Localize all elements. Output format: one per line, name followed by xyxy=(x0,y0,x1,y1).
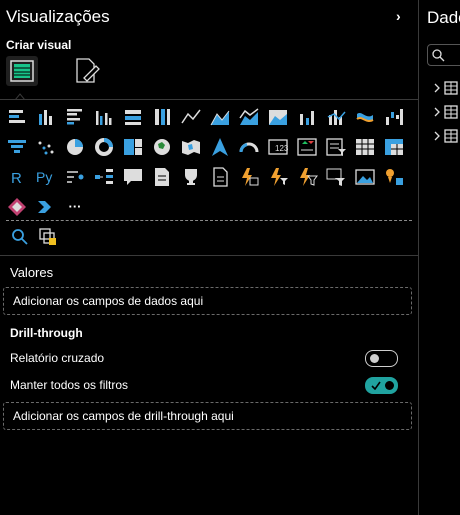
toggle-knob xyxy=(370,354,379,363)
100-stacked-bar-icon[interactable] xyxy=(122,106,144,128)
map-icon[interactable] xyxy=(151,136,173,158)
smart-narrative-icon[interactable] xyxy=(151,166,173,188)
kpi-icon[interactable] xyxy=(296,136,318,158)
cross-report-label: Relatório cruzado xyxy=(10,351,105,365)
keep-filters-label: Manter todos os filtros xyxy=(10,378,129,392)
chevron-right-icon xyxy=(434,129,458,143)
slicer-filter-icon[interactable] xyxy=(325,166,347,188)
arcgis-map-icon[interactable] xyxy=(383,166,405,188)
scatter-chart-icon[interactable] xyxy=(35,136,57,158)
visualizations-pane: Visualizações › Criar visual 123 R Py ··… xyxy=(0,0,418,515)
build-visual-label: Criar visual xyxy=(6,38,72,52)
filled-map-icon[interactable] xyxy=(180,136,202,158)
values-placeholder: Adicionar os campos de dados aqui xyxy=(13,294,204,308)
power-automate-flow-icon[interactable] xyxy=(35,196,57,218)
python-visual-icon[interactable]: Py xyxy=(35,166,57,188)
waterfall-chart-icon[interactable] xyxy=(383,106,405,128)
image-visual-icon[interactable] xyxy=(354,166,376,188)
filter-visual-icon[interactable] xyxy=(296,166,318,188)
ribbon-chart-icon[interactable] xyxy=(354,106,376,128)
search-icon xyxy=(12,229,28,245)
svg-text:123: 123 xyxy=(275,144,289,153)
chevron-right-icon xyxy=(434,105,458,119)
analytics-icon xyxy=(39,228,56,245)
table-build-icon xyxy=(10,60,34,82)
azure-map-icon[interactable] xyxy=(209,136,231,158)
format-visual-tab[interactable] xyxy=(72,56,104,86)
line-chart-icon[interactable] xyxy=(180,106,202,128)
more-visuals-glyph: ··· xyxy=(68,199,82,214)
table-icon[interactable] xyxy=(354,136,376,158)
more-visuals-button[interactable]: ··· xyxy=(64,196,86,218)
table-tree-item[interactable] xyxy=(433,128,460,144)
treemap-icon[interactable] xyxy=(122,136,144,158)
pane-title: Visualizações xyxy=(6,7,110,26)
donut-chart-icon[interactable] xyxy=(93,136,115,158)
chevron-right-icon xyxy=(434,81,458,95)
metrics-icon[interactable] xyxy=(180,166,202,188)
data-pane-title: Dados xyxy=(427,8,460,27)
card-icon[interactable]: 123 xyxy=(267,136,289,158)
stacked-area-chart-icon[interactable] xyxy=(238,106,260,128)
key-influencers-icon[interactable] xyxy=(64,166,86,188)
stacked-column-chart-icon[interactable] xyxy=(35,106,57,128)
table-tree-item[interactable] xyxy=(433,80,460,96)
paginated-report-icon[interactable] xyxy=(209,166,231,188)
keep-filters-toggle[interactable] xyxy=(365,377,398,394)
power-apps-icon[interactable] xyxy=(238,166,260,188)
search-fields-button[interactable] xyxy=(10,227,30,247)
svg-text:Py: Py xyxy=(36,169,52,185)
expand-pane-button[interactable]: › xyxy=(396,8,401,24)
toggle-knob xyxy=(385,381,394,390)
svg-text:R: R xyxy=(11,170,22,187)
pie-chart-icon[interactable] xyxy=(64,136,86,158)
power-automate-icon[interactable] xyxy=(267,166,289,188)
drillthrough-title: Drill-through xyxy=(10,326,83,340)
build-visual-tab[interactable] xyxy=(6,56,38,86)
line-and-column-icon[interactable] xyxy=(296,106,318,128)
cross-report-toggle[interactable] xyxy=(365,350,398,367)
paintbrush-page-icon xyxy=(76,58,100,83)
decomposition-tree-icon[interactable] xyxy=(93,166,115,188)
custom-visual-icon[interactable] xyxy=(6,196,28,218)
data-pane: Dados xyxy=(419,0,460,515)
clustered-column-chart-icon[interactable] xyxy=(93,106,115,128)
matrix-icon[interactable] xyxy=(383,136,405,158)
values-label: Valores xyxy=(10,265,54,280)
fields-divider xyxy=(0,255,418,256)
gauge-icon[interactable] xyxy=(238,136,260,158)
stacked-bar-chart-icon[interactable] xyxy=(6,106,28,128)
qna-visual-icon[interactable] xyxy=(122,166,144,188)
table-tree-item[interactable] xyxy=(433,104,460,120)
format-painter-button[interactable] xyxy=(38,227,58,247)
clustered-bar-chart-icon[interactable] xyxy=(64,106,86,128)
r-script-visual-icon[interactable]: R xyxy=(6,166,28,188)
100-stacked-column-icon[interactable] xyxy=(151,106,173,128)
data-search-input[interactable] xyxy=(427,44,460,66)
line-and-clustered-column-icon[interactable] xyxy=(325,106,347,128)
search-icon xyxy=(432,49,445,62)
drillthrough-drop-well[interactable]: Adicionar os campos de drill-through aqu… xyxy=(3,402,412,430)
slicer-icon[interactable] xyxy=(325,136,347,158)
100-stacked-area-icon[interactable] xyxy=(267,106,289,128)
tab-divider xyxy=(0,99,418,100)
gallery-divider xyxy=(6,220,412,221)
funnel-icon[interactable] xyxy=(6,136,28,158)
area-chart-icon[interactable] xyxy=(209,106,231,128)
check-icon xyxy=(371,381,381,390)
values-drop-well[interactable]: Adicionar os campos de dados aqui xyxy=(3,287,412,315)
drillthrough-placeholder: Adicionar os campos de drill-through aqu… xyxy=(13,409,234,423)
